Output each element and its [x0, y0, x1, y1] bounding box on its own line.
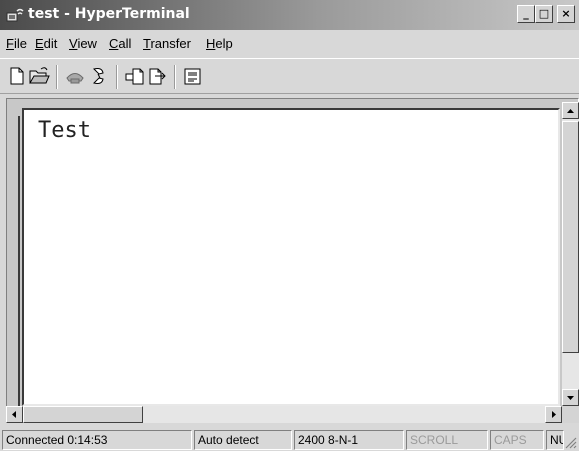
resize-grip-icon[interactable]: [565, 437, 577, 449]
hyperterminal-window: test - HyperTerminal _ □ × File Edit Vie…: [0, 0, 579, 451]
terminal-left-edge: [10, 116, 20, 406]
scroll-up-button[interactable]: [562, 102, 579, 119]
arrow-right-icon: [552, 411, 556, 418]
status-detect: Auto detect: [194, 430, 292, 450]
receive-icon[interactable]: [146, 65, 168, 87]
title-separator: -: [59, 6, 75, 22]
arrow-left-icon: [12, 411, 16, 418]
menu-view[interactable]: View: [69, 36, 97, 51]
title-bar[interactable]: test - HyperTerminal _ □ ×: [0, 0, 579, 30]
status-connection: Connected 0:14:53: [2, 430, 192, 450]
menu-edit[interactable]: Edit: [35, 36, 57, 51]
toolbar: [0, 58, 579, 94]
title-document-name: test: [28, 6, 60, 22]
maximize-icon: □: [538, 7, 550, 20]
status-bar: Connected 0:14:53 Auto detect 2400 8-N-1…: [0, 428, 579, 451]
menu-help[interactable]: Help: [206, 36, 233, 51]
open-icon[interactable]: [28, 65, 50, 87]
status-num: NUM: [546, 430, 564, 450]
arrow-down-icon: [567, 396, 574, 400]
scroll-down-button[interactable]: [562, 389, 579, 406]
scroll-left-button[interactable]: [6, 406, 23, 423]
minimize-icon: _: [523, 7, 529, 20]
menu-transfer[interactable]: Transfer: [143, 36, 191, 51]
status-scroll: SCROLL: [406, 430, 488, 450]
status-settings: 2400 8-N-1: [294, 430, 404, 450]
menu-call[interactable]: Call: [109, 36, 131, 51]
horizontal-scrollbar[interactable]: [6, 406, 562, 423]
vertical-scrollbar[interactable]: [562, 102, 579, 406]
window-title: test - HyperTerminal: [28, 6, 190, 22]
toolbar-separator: [174, 65, 176, 89]
arrow-up-icon: [567, 109, 574, 113]
toolbar-separator: [56, 65, 58, 89]
scroll-right-button[interactable]: [545, 406, 562, 423]
minimize-button[interactable]: _: [517, 5, 535, 23]
disconnect-icon[interactable]: [88, 65, 110, 87]
scrollbar-corner: [562, 406, 579, 423]
menu-bar: File Edit View Call Transfer Help: [0, 32, 579, 54]
title-app-name: HyperTerminal: [74, 6, 190, 22]
new-icon[interactable]: [6, 65, 28, 87]
connect-icon[interactable]: [64, 65, 86, 87]
menu-file[interactable]: File: [6, 36, 27, 51]
vertical-scroll-thumb[interactable]: [562, 121, 579, 353]
terminal-text: Test: [38, 118, 91, 143]
status-caps: CAPS: [490, 430, 544, 450]
toolbar-separator: [116, 65, 118, 89]
horizontal-scroll-thumb[interactable]: [23, 406, 143, 423]
send-icon[interactable]: [124, 65, 146, 87]
properties-icon[interactable]: [182, 65, 204, 87]
close-icon: ×: [561, 7, 571, 20]
terminal-screen[interactable]: Test: [22, 108, 560, 406]
hyperterminal-app-icon[interactable]: [6, 7, 24, 23]
maximize-button[interactable]: □: [535, 5, 553, 23]
close-button[interactable]: ×: [557, 5, 575, 23]
